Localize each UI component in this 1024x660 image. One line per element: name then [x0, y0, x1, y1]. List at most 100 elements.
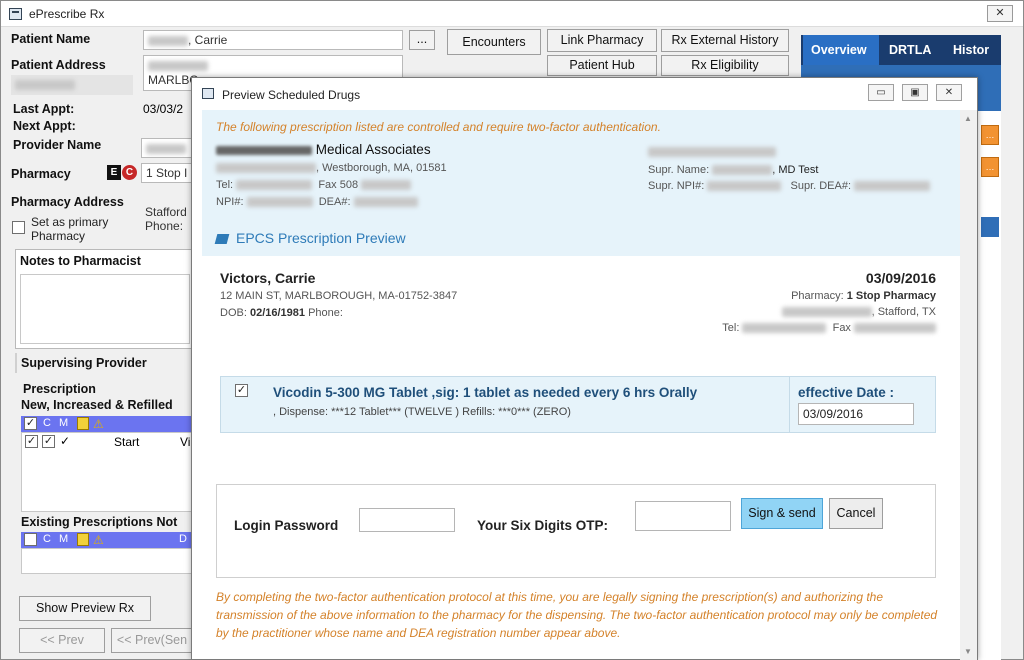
- practice-header: The following prescription listed are co…: [202, 110, 960, 256]
- grid-col-vi: Vi: [180, 435, 191, 449]
- pharmacy-address-field: Stafford Phone:: [141, 203, 193, 243]
- link-pharmacy-button[interactable]: Link Pharmacy: [547, 29, 657, 52]
- existing-grid-header: C M ⚠ D: [21, 532, 193, 548]
- redacted-text: [854, 323, 936, 334]
- cancel-button[interactable]: Cancel: [829, 498, 883, 529]
- prev-send-button[interactable]: << Prev(Sen: [111, 628, 193, 653]
- effective-date-input[interactable]: 03/09/2016: [798, 403, 914, 425]
- scroll-down-icon[interactable]: ▼: [964, 647, 972, 656]
- supr-name-label: Supr. Name:: [648, 164, 710, 176]
- drug-checkbox[interactable]: ✓: [235, 384, 248, 397]
- practice-address-line: , Westborough, MA, 01581: [216, 162, 447, 174]
- encounters-button[interactable]: Encounters: [447, 29, 541, 55]
- scroll-up-icon[interactable]: ▲: [964, 114, 972, 123]
- supervisor-heading: [648, 146, 776, 158]
- drug-dispense: , Dispense: ***12 Tablet*** (TWELVE ) Re…: [273, 406, 571, 418]
- existing-col-c: C: [43, 533, 51, 545]
- pharmacy-field[interactable]: 1 Stop I: [141, 163, 193, 183]
- redacted-text: [712, 165, 773, 176]
- patient-name-text: , Carrie: [188, 33, 228, 47]
- fax-prefix: 508: [339, 179, 359, 191]
- grid-col-m: M: [59, 417, 69, 429]
- scrollbar[interactable]: ▲ ▼: [960, 110, 977, 660]
- dea-label: DEA#:: [318, 196, 351, 208]
- pharmacy-fax-label: Fax: [832, 322, 851, 334]
- epcs-preview-heading: EPCS Prescription Preview: [214, 230, 406, 246]
- patient-hub-button[interactable]: Patient Hub: [547, 55, 657, 76]
- notes-textarea[interactable]: [20, 274, 190, 344]
- rx-eligibility-button[interactable]: Rx Eligibility: [661, 55, 789, 76]
- pharmacy-label: Pharmacy:: [791, 290, 844, 302]
- check-icon: ✓: [60, 434, 71, 448]
- show-preview-button[interactable]: Show Preview Rx: [19, 596, 151, 621]
- prev-button[interactable]: << Prev: [19, 628, 105, 653]
- supr-name: , MD Test: [772, 164, 819, 176]
- existing-select-all-checkbox[interactable]: [24, 533, 37, 546]
- notes-panel: Notes to Pharmacist: [15, 249, 193, 349]
- redacted-text: [781, 307, 872, 318]
- auth-panel: Login Password Your Six Digits OTP: Sign…: [216, 484, 936, 578]
- expand-button[interactable]: …: [981, 125, 999, 145]
- redacted-text: [148, 35, 188, 46]
- sign-send-button[interactable]: Sign & send: [741, 498, 823, 529]
- dialog-icon: [202, 88, 214, 99]
- dob-value: 02/16/1981: [249, 307, 306, 319]
- pharmacy-address-label: Pharmacy Address: [11, 195, 124, 209]
- supr-npi-label: Supr. NPI#:: [648, 180, 705, 192]
- pharmacy-city: , Stafford, TX: [871, 306, 936, 318]
- patient-lookup-button[interactable]: ...: [409, 30, 435, 50]
- pharmacy-line: Pharmacy: 1 Stop Pharmacy: [791, 290, 936, 302]
- login-password-input[interactable]: [359, 508, 455, 532]
- practice-name: Medical Associates: [315, 142, 431, 157]
- tab-drtla[interactable]: DRTLA: [881, 35, 943, 65]
- tab-overview[interactable]: Overview: [803, 35, 879, 65]
- patient-name: Victors, Carrie: [220, 270, 316, 286]
- patient-name-label: Patient Name: [11, 32, 91, 46]
- supervising-provider-label: Supervising Provider: [21, 356, 147, 370]
- grid-col-c: C: [43, 417, 51, 429]
- provider-name-field[interactable]: [141, 138, 193, 158]
- dob-label: DOB:: [220, 307, 247, 319]
- close-button[interactable]: ✕: [936, 84, 962, 101]
- divider: [15, 353, 17, 373]
- warning-icon: ⚠: [93, 417, 104, 431]
- row-c-checkbox[interactable]: ✓: [42, 435, 55, 448]
- supr-name-line: Supr. Name: , MD Test: [648, 164, 818, 176]
- preview-scheduled-drugs-dialog: Preview Scheduled Drugs ▭ ▣ ✕ The follow…: [191, 77, 978, 660]
- new-increased-label: New, Increased & Refilled: [21, 398, 173, 412]
- redacted-text: [148, 60, 208, 71]
- expand-button[interactable]: …: [981, 157, 999, 177]
- npi-label: NPI#:: [216, 196, 244, 208]
- row-checkbox[interactable]: ✓: [25, 435, 38, 448]
- side-button[interactable]: [981, 217, 999, 237]
- tab-history[interactable]: Histor: [945, 35, 1001, 65]
- restore-button[interactable]: ▣: [902, 84, 928, 101]
- rx-external-history-button[interactable]: Rx External History: [661, 29, 789, 52]
- set-primary-text-2: Pharmacy: [31, 229, 86, 243]
- practice-phone-line: Tel: Fax 508: [216, 179, 412, 191]
- otp-input[interactable]: [635, 501, 731, 531]
- tel-label: Tel:: [216, 179, 234, 191]
- main-close-button[interactable]: ✕: [987, 5, 1013, 22]
- controlled-warning: The following prescription listed are co…: [216, 120, 661, 134]
- patient-block: Victors, Carrie 12 MAIN ST, MARLBOROUGH,…: [202, 256, 960, 376]
- notes-label: Notes to Pharmacist: [20, 254, 141, 268]
- set-primary-checkbox[interactable]: [12, 221, 25, 234]
- redacted-text: [246, 197, 313, 208]
- pharmacy-name: 1 Stop Pharmacy: [846, 290, 936, 302]
- patient-name-field[interactable]: , Carrie: [143, 30, 403, 50]
- patient-address-redacted: [11, 75, 133, 95]
- phone-label: Phone:: [308, 307, 343, 319]
- minimize-button[interactable]: ▭: [868, 84, 894, 101]
- pharmacy-address-line: , Stafford, TX: [781, 306, 936, 318]
- drug-row: ✓ Vicodin 5-300 MG Tablet ,sig: 1 tablet…: [220, 376, 936, 433]
- app-icon: [9, 8, 22, 20]
- prescription-grid-header: ✓ C M ⚠: [21, 416, 193, 432]
- grid-col-start: Start: [114, 435, 140, 449]
- tab-bar: Overview DRTLA Histor: [801, 35, 1001, 65]
- rx-date: 03/09/2016: [865, 270, 936, 286]
- prescription-label: Prescription: [23, 382, 96, 396]
- main-title-bar: ePrescribe Rx ✕: [1, 1, 1023, 27]
- modal-title: Preview Scheduled Drugs: [222, 88, 361, 102]
- select-all-checkbox[interactable]: ✓: [24, 417, 37, 430]
